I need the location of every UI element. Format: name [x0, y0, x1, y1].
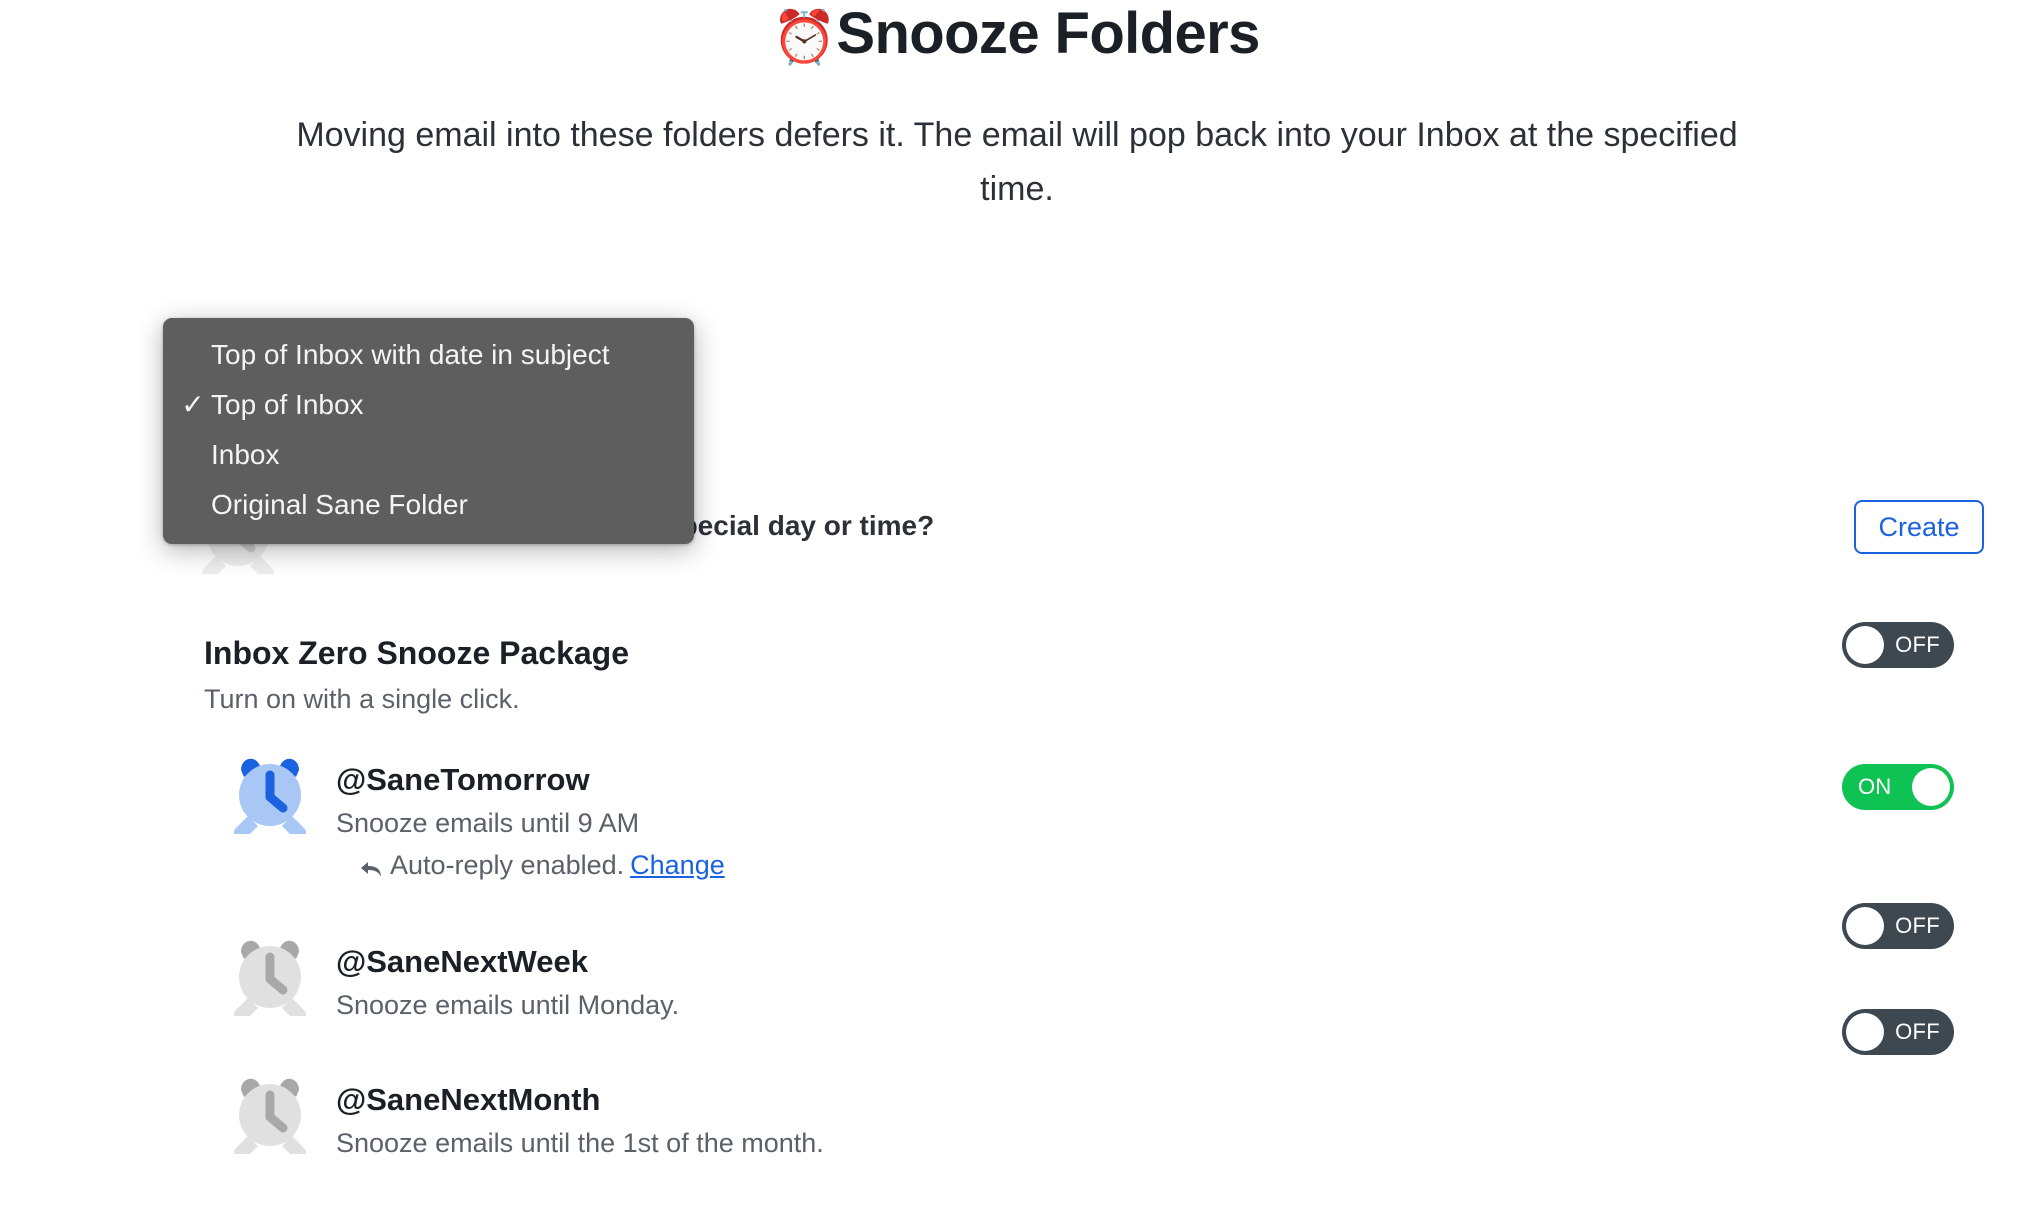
- alarm-clock-icon: [228, 1070, 312, 1161]
- folder-text: @SaneTomorrow Snooze emails until 9 AM A…: [336, 750, 725, 886]
- dropdown-option-2[interactable]: Inbox: [163, 430, 694, 480]
- folder-name: @SaneTomorrow: [336, 762, 590, 797]
- dropdown-option-label-0: Top of Inbox with date in subject: [211, 339, 610, 370]
- dropdown-option-label-1: Top of Inbox: [211, 389, 364, 420]
- page-title: ⏰Snooze Folders: [0, 0, 2032, 76]
- alarm-clock-title-icon: ⏰: [772, 9, 837, 67]
- folder-name: @SaneNextMonth: [336, 1082, 601, 1117]
- dropdown-check-1: ✓: [181, 389, 205, 420]
- snooze-to-dropdown-menu[interactable]: Top of Inbox with date in subject ✓ Top …: [163, 318, 694, 544]
- folder-row: @SaneNextMonth Snooze emails until the 1…: [228, 1070, 824, 1164]
- page-subtitle: Moving email into these folders defers i…: [296, 116, 1738, 208]
- folder-name: @SaneNextWeek: [336, 944, 588, 979]
- folder-text: @SaneNextWeek Snooze emails until Monday…: [336, 932, 679, 1026]
- folder-description: Snooze emails until the 1st of the month…: [336, 1128, 824, 1158]
- reply-arrow-icon: [358, 852, 384, 878]
- folder-row: @SaneNextWeek Snooze emails until Monday…: [228, 932, 679, 1026]
- folder-text: @SaneNextMonth Snooze emails until the 1…: [336, 1070, 824, 1164]
- dropdown-option-0[interactable]: Top of Inbox with date in subject: [163, 330, 694, 380]
- dropdown-option-3[interactable]: Original Sane Folder: [163, 480, 694, 530]
- toggle-label: OFF: [1895, 632, 1940, 657]
- auto-reply-status: Auto-reply enabled. Change: [358, 844, 725, 886]
- toggle-knob: [1846, 626, 1884, 664]
- alarm-clock-icon: [228, 750, 312, 841]
- toggle-label: OFF: [1895, 913, 1940, 938]
- toggle-sane-next-week[interactable]: OFF: [1842, 903, 1954, 949]
- package-subtitle: Turn on with a single click.: [204, 684, 520, 714]
- special-prompt-bold: special day or time?: [665, 510, 935, 541]
- toggle-sane-next-month[interactable]: OFF: [1842, 1009, 1954, 1055]
- change-auto-reply-link[interactable]: Change: [630, 844, 725, 886]
- folder-description: Snooze emails until Monday.: [336, 990, 680, 1020]
- toggle-knob: [1846, 1013, 1884, 1051]
- toggle-label: OFF: [1895, 1019, 1940, 1044]
- folder-description: Snooze emails until 9 AM: [336, 808, 640, 838]
- toggle-knob: [1846, 907, 1884, 945]
- auto-reply-text: Auto-reply enabled.: [390, 850, 625, 880]
- toggle-knob: [1912, 768, 1950, 806]
- snooze-folders-page: ⏰Snooze Folders Moving email into these …: [0, 0, 2032, 1226]
- dropdown-option-label-2: Inbox: [211, 439, 280, 470]
- alarm-clock-icon: [228, 932, 312, 1023]
- package-title: Inbox Zero Snooze Package: [204, 635, 629, 671]
- toggle-label: ON: [1858, 774, 1892, 799]
- folder-row: @SaneTomorrow Snooze emails until 9 AM A…: [228, 750, 725, 886]
- toggle-inbox-zero-package[interactable]: OFF: [1842, 622, 1954, 668]
- page-title-text: Snooze Folders: [836, 1, 1260, 66]
- inbox-zero-package-row: Inbox Zero Snooze Package Turn on with a…: [204, 632, 629, 720]
- dropdown-option-label-3: Original Sane Folder: [211, 489, 468, 520]
- create-button[interactable]: Create: [1854, 500, 1984, 554]
- toggle-sane-tomorrow[interactable]: ON: [1842, 764, 1954, 810]
- dropdown-option-1[interactable]: ✓ Top of Inbox: [163, 380, 694, 430]
